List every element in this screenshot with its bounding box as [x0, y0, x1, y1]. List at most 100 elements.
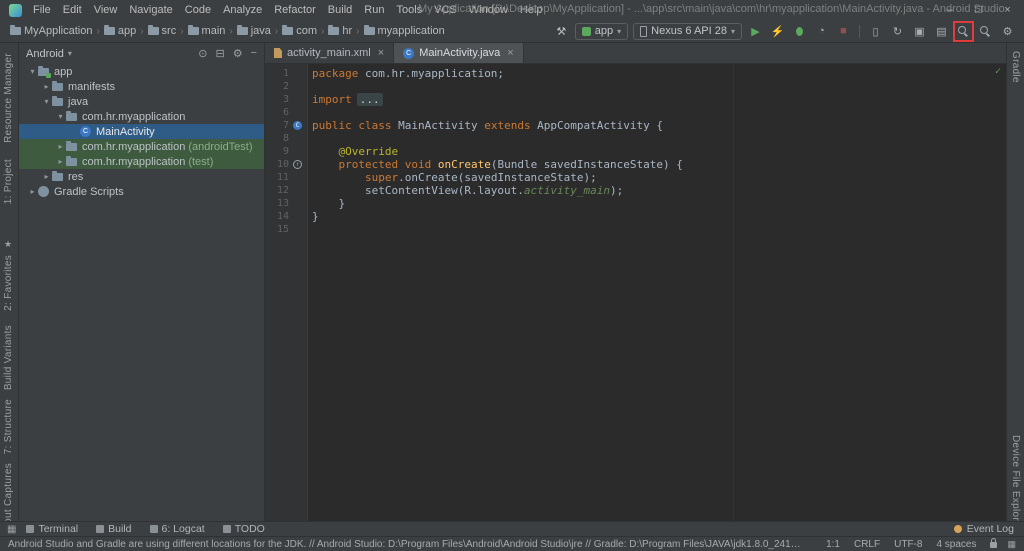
- code-line: 1package com.hr.myapplication;: [265, 67, 1006, 80]
- search-icon[interactable]: [977, 23, 994, 40]
- tool-button-label: 6: Logcat: [162, 523, 205, 535]
- tool-window-switcher-icon[interactable]: ▦: [7, 524, 16, 535]
- breadcrumb-myapplication[interactable]: myapplication: [364, 25, 445, 37]
- tool-button-build[interactable]: Build: [96, 523, 131, 535]
- folder-icon: [237, 27, 248, 35]
- status-message[interactable]: Android Studio and Gradle are using diff…: [8, 539, 802, 550]
- maximize-button[interactable]: □: [964, 0, 993, 19]
- folder-icon: [10, 27, 21, 35]
- hide-panel-icon[interactable]: −: [251, 47, 257, 60]
- layout-inspector-icon[interactable]: ▤: [933, 23, 950, 40]
- caret-position[interactable]: 1:1: [826, 539, 840, 550]
- build-hammer-icon[interactable]: ⚒: [553, 23, 570, 40]
- chevron-collapsed-icon[interactable]: ▸: [55, 142, 66, 151]
- chevron-expanded-icon[interactable]: ▾: [55, 112, 66, 121]
- indent-indicator[interactable]: 4 spaces: [936, 539, 976, 550]
- breadcrumb-main[interactable]: main: [188, 25, 226, 37]
- stop-icon[interactable]: ■: [835, 23, 852, 40]
- settings-gear-icon[interactable]: ⚙: [999, 23, 1016, 40]
- menu-refactor[interactable]: Refactor: [268, 4, 322, 16]
- reader-mode-icon[interactable]: ▦: [1007, 539, 1016, 550]
- tool-button-todo[interactable]: TODO: [223, 523, 265, 535]
- tree-item-suffix: (androidTest): [188, 141, 252, 153]
- chevron-collapsed-icon[interactable]: ▸: [41, 82, 52, 91]
- menu-file[interactable]: File: [27, 4, 57, 16]
- run-config-dropdown[interactable]: app ▾: [575, 23, 628, 40]
- chevron-expanded-icon[interactable]: ▾: [41, 97, 52, 106]
- line-number: 14: [265, 211, 289, 222]
- close-button[interactable]: ×: [993, 0, 1022, 19]
- chevron-collapsed-icon[interactable]: ▸: [27, 187, 38, 196]
- tool-button-gradle[interactable]: Gradle: [1010, 51, 1021, 83]
- tool-button-terminal[interactable]: Terminal: [26, 523, 78, 535]
- menu-edit[interactable]: Edit: [57, 4, 88, 16]
- project-view-selector[interactable]: Android: [26, 48, 64, 60]
- attach-debugger-icon[interactable]: [955, 23, 972, 40]
- event-log-button[interactable]: Event Log: [954, 523, 1014, 535]
- apply-changes-icon[interactable]: ⚡: [769, 23, 786, 40]
- tab-mainactivity-java[interactable]: CMainActivity.java×: [394, 43, 524, 63]
- breadcrumb-label: com: [296, 25, 317, 37]
- menu-navigate[interactable]: Navigate: [123, 4, 178, 16]
- tree-item-com-hr-myapplication-test[interactable]: ▸com.hr.myapplication (test): [19, 154, 264, 169]
- favorites-star-icon[interactable]: ★: [4, 239, 12, 250]
- gear-icon[interactable]: ⚙: [233, 47, 243, 60]
- menu-view[interactable]: View: [88, 4, 124, 16]
- tree-item-res[interactable]: ▸res: [19, 169, 264, 184]
- menu-build[interactable]: Build: [322, 4, 358, 16]
- tab-activity-main-xml[interactable]: activity_main.xml×: [265, 43, 394, 63]
- minimize-button[interactable]: –: [935, 0, 964, 19]
- code-line: 7Cpublic class MainActivity extends AppC…: [265, 119, 1006, 132]
- chevron-expanded-icon[interactable]: ▾: [27, 67, 38, 76]
- menu-code[interactable]: Code: [179, 4, 217, 16]
- project-panel-header: Android ▾ ⊙⊟⚙−: [19, 43, 264, 64]
- chevron-collapsed-icon[interactable]: ▸: [55, 157, 66, 166]
- run-icon[interactable]: ▶: [747, 23, 764, 40]
- breadcrumb-app[interactable]: app: [104, 25, 136, 37]
- profile-icon[interactable]: ◔: [813, 23, 830, 40]
- tree-item-java[interactable]: ▾java: [19, 94, 264, 109]
- code-editor[interactable]: 1package com.hr.myapplication;23import..…: [265, 64, 1006, 521]
- line-ending-indicator[interactable]: CRLF: [854, 539, 880, 550]
- toolbar-actions: ⚒ app ▾ Nexus 6 API 28 ▾ ▶ ⚡ ◔ ■ ▯ ↻ ▣ ▤ ⚙: [553, 23, 1016, 40]
- locate-icon[interactable]: ⊙: [198, 47, 207, 60]
- breadcrumb-myapplication[interactable]: MyApplication: [10, 25, 92, 37]
- inspection-ok-icon[interactable]: ✓: [995, 66, 1001, 77]
- device-dropdown[interactable]: Nexus 6 API 28 ▾: [633, 23, 742, 40]
- line-number: 1: [265, 68, 289, 79]
- code-text: @Override: [306, 145, 398, 158]
- breadcrumb-hr[interactable]: hr: [328, 25, 352, 37]
- breadcrumb-com[interactable]: com: [282, 25, 317, 37]
- module-folder-icon: [38, 68, 49, 76]
- tree-item-app[interactable]: ▾app: [19, 64, 264, 79]
- close-icon[interactable]: ×: [507, 47, 513, 59]
- tool-button-2-favorites[interactable]: 2: Favorites: [3, 255, 14, 311]
- tree-item-manifests[interactable]: ▸manifests: [19, 79, 264, 94]
- menu-run[interactable]: Run: [358, 4, 390, 16]
- tree-item-com-hr-myapplication[interactable]: ▾com.hr.myapplication: [19, 109, 264, 124]
- chevron-collapsed-icon[interactable]: ▸: [41, 172, 52, 181]
- sdk-manager-icon[interactable]: ▣: [911, 23, 928, 40]
- lock-icon[interactable]: [990, 542, 997, 548]
- close-icon[interactable]: ×: [378, 47, 384, 59]
- breadcrumb-java[interactable]: java: [237, 25, 271, 37]
- tool-button-resource-manager[interactable]: Resource Manager: [3, 53, 14, 143]
- tool-button-device-file-explorer[interactable]: Device File Explorer: [1010, 435, 1021, 530]
- tool-button-build-variants[interactable]: Build Variants: [3, 325, 14, 390]
- tree-item-com-hr-myapplication-androidtest[interactable]: ▸com.hr.myapplication (androidTest): [19, 139, 264, 154]
- debug-icon[interactable]: [791, 23, 808, 40]
- collapse-all-icon[interactable]: ⊟: [215, 47, 224, 60]
- tree-item-label: MainActivity: [96, 126, 155, 138]
- avd-manager-icon[interactable]: ▯: [867, 23, 884, 40]
- breadcrumb-src[interactable]: src: [148, 25, 177, 37]
- tree-item-mainactivity[interactable]: CMainActivity: [19, 124, 264, 139]
- menu-analyze[interactable]: Analyze: [217, 4, 268, 16]
- tool-button-6-logcat[interactable]: 6: Logcat: [150, 523, 205, 535]
- code-text: }: [306, 210, 319, 223]
- terminal-icon: [26, 525, 34, 533]
- tree-item-gradle-scripts[interactable]: ▸Gradle Scripts: [19, 184, 264, 199]
- tool-button-1-project[interactable]: 1: Project: [3, 159, 14, 204]
- tool-button-7-structure[interactable]: 7: Structure: [3, 399, 14, 454]
- encoding-indicator[interactable]: UTF-8: [894, 539, 922, 550]
- sync-gradle-icon[interactable]: ↻: [889, 23, 906, 40]
